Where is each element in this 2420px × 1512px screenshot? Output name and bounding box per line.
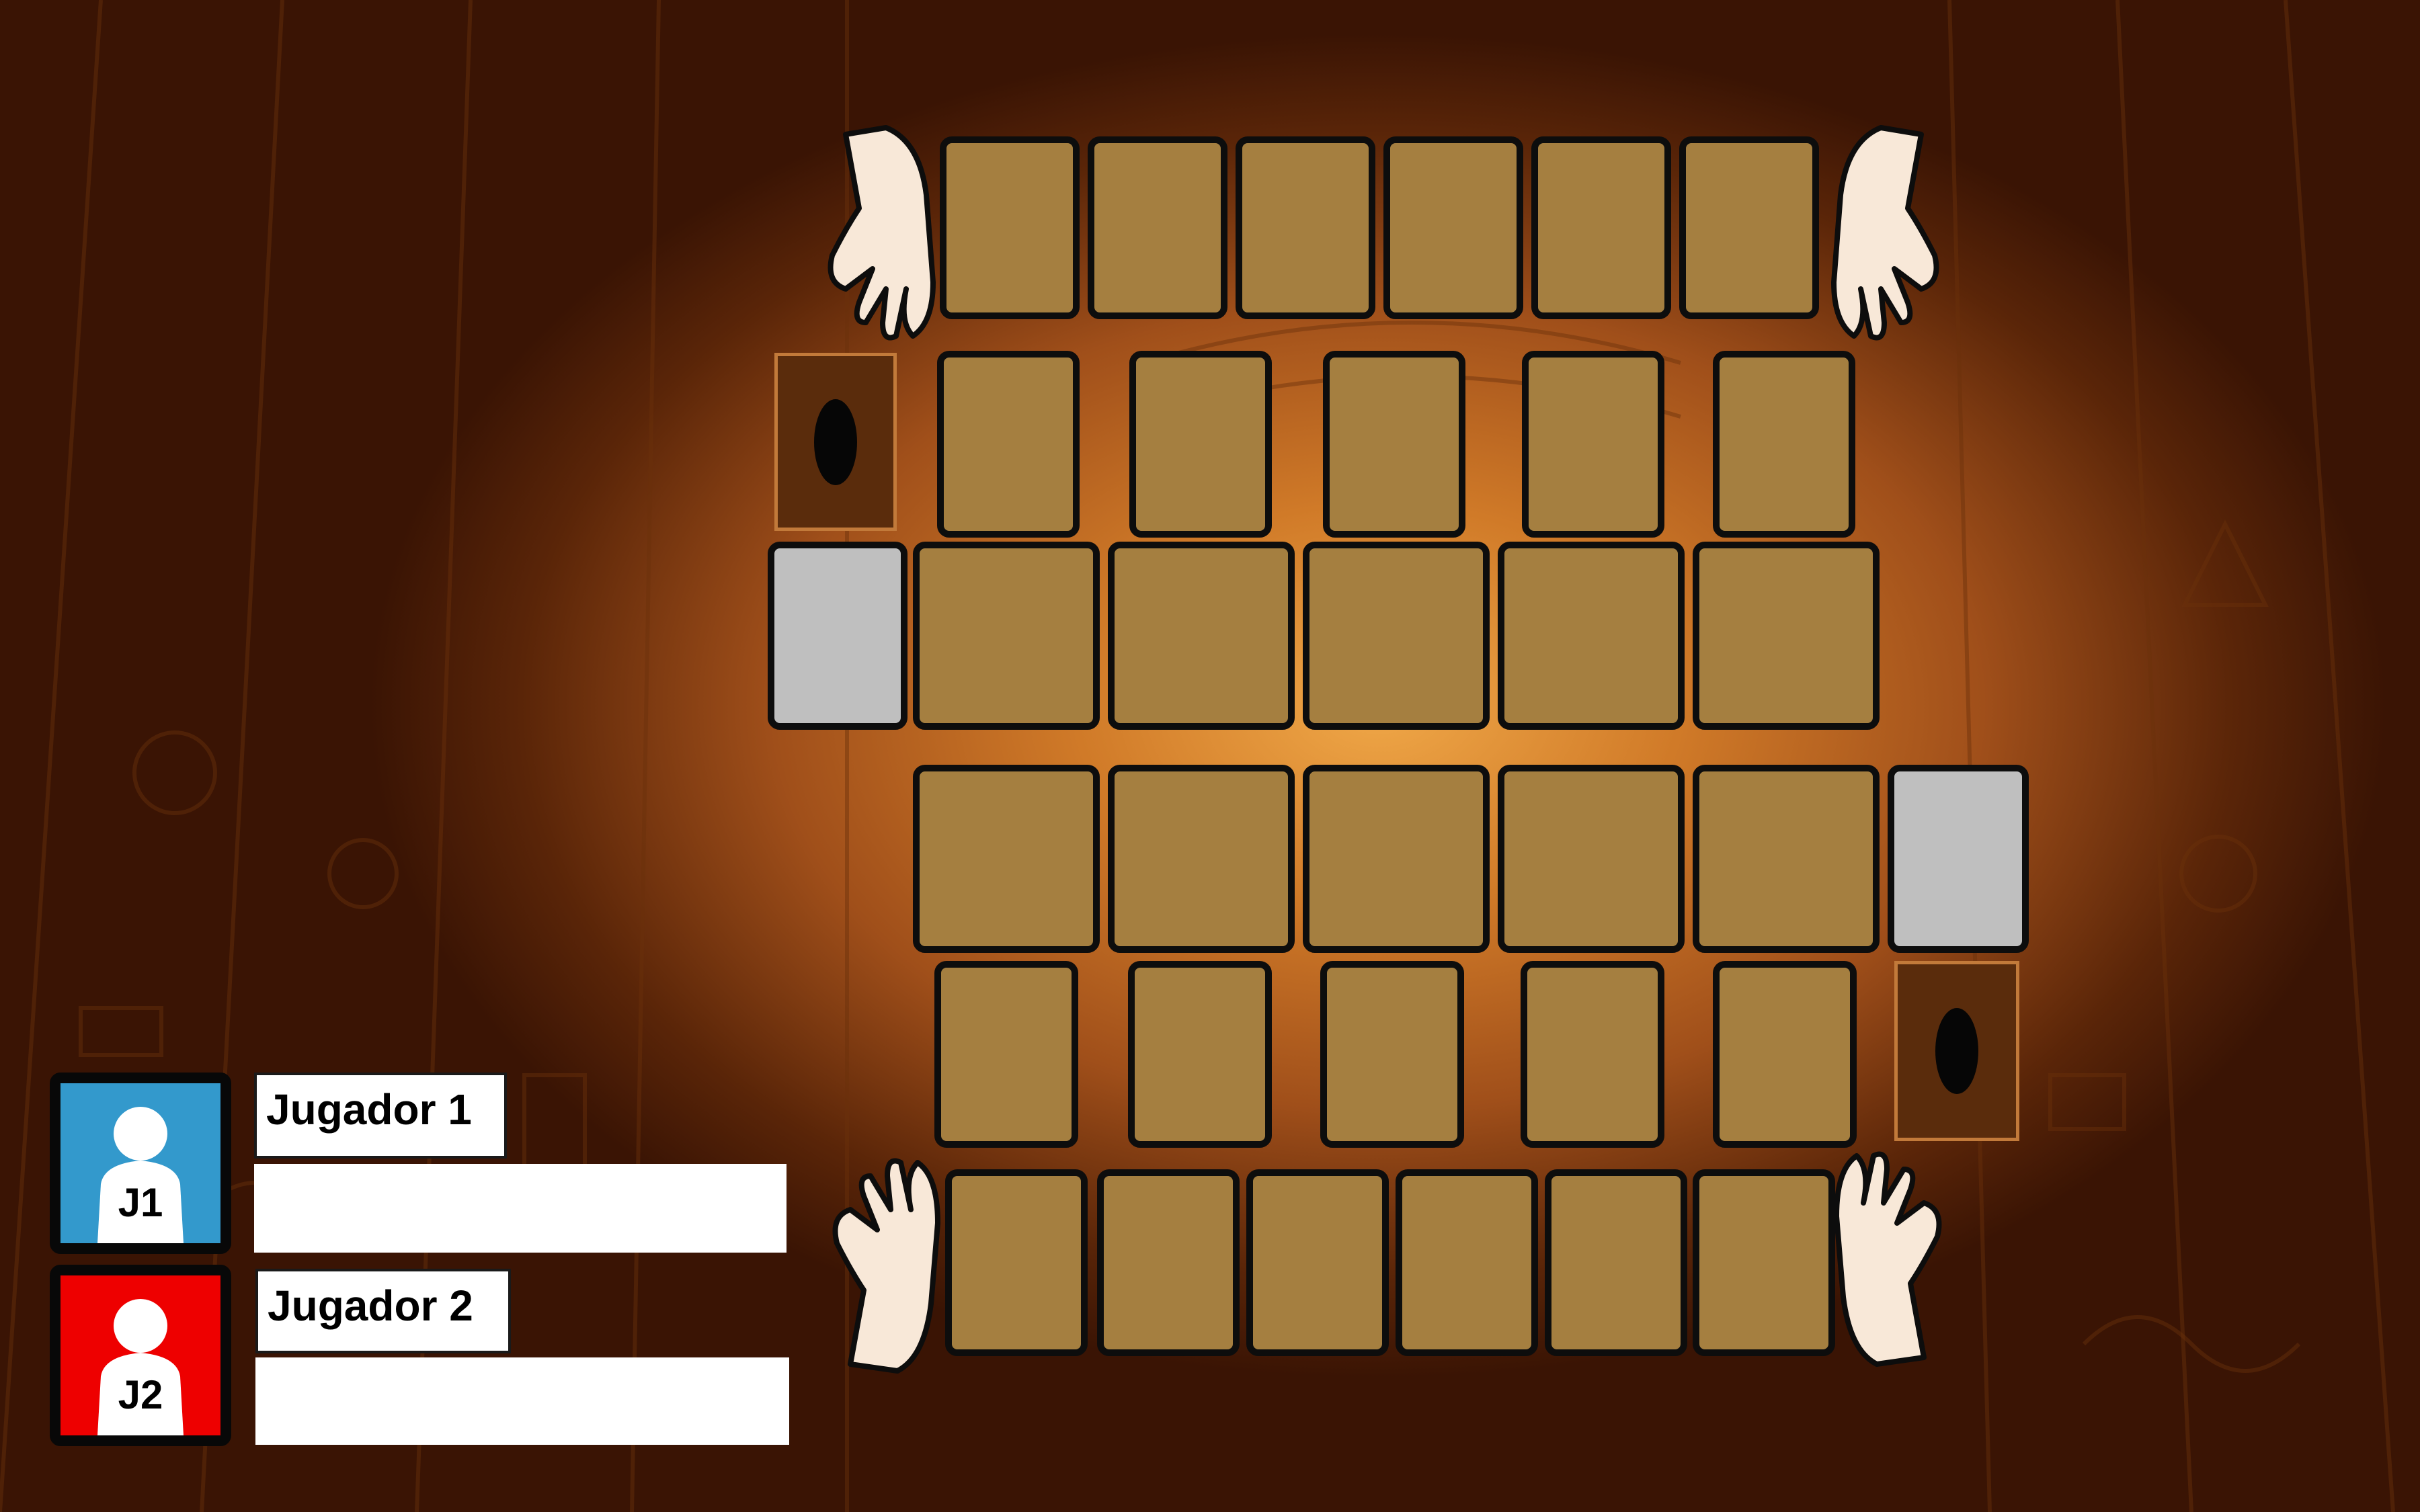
card-slot[interactable] — [1303, 765, 1490, 953]
hand-icon — [832, 1158, 940, 1374]
card-slot[interactable] — [1088, 136, 1227, 319]
deck-hole — [1935, 1008, 1978, 1094]
deck-pile[interactable] — [1894, 961, 2019, 1141]
card-slot[interactable] — [1713, 961, 1857, 1148]
card-slot[interactable] — [1323, 351, 1465, 538]
card-slot[interactable] — [913, 765, 1100, 953]
player-1-score-box — [254, 1164, 787, 1253]
card-slot[interactable] — [1246, 1169, 1389, 1356]
card-slot[interactable] — [945, 1169, 1088, 1356]
card-slot[interactable] — [1097, 1169, 1240, 1356]
card-slot[interactable] — [1693, 542, 1880, 730]
deck-pile[interactable] — [774, 353, 897, 531]
card-slot[interactable] — [1679, 136, 1819, 319]
card-slot[interactable] — [1108, 542, 1295, 730]
card-slot[interactable] — [934, 961, 1078, 1148]
card-slot[interactable] — [937, 351, 1080, 538]
player-2-avatar: J2 — [50, 1265, 231, 1446]
player-2-tag: J2 — [118, 1372, 163, 1417]
player-2-score-box — [255, 1357, 789, 1445]
empty-zone[interactable] — [1888, 765, 2029, 953]
card-slot[interactable] — [1303, 542, 1490, 730]
hand-icon — [828, 125, 936, 341]
card-slot[interactable] — [1545, 1169, 1687, 1356]
card-slot[interactable] — [1128, 961, 1272, 1148]
player-1-name: Jugador 1 — [254, 1073, 507, 1159]
player-2-name: Jugador 2 — [255, 1269, 511, 1353]
card-slot[interactable] — [1531, 136, 1671, 319]
card-slot[interactable] — [1693, 765, 1880, 953]
player-1-avatar: J1 — [50, 1073, 231, 1254]
card-slot[interactable] — [1693, 1169, 1835, 1356]
empty-zone[interactable] — [768, 542, 908, 730]
deck-hole — [814, 398, 857, 485]
card-slot[interactable] — [1521, 961, 1664, 1148]
card-slot[interactable] — [1108, 765, 1295, 953]
player-1-tag: J1 — [118, 1180, 163, 1225]
hand-icon — [1834, 1151, 1942, 1367]
card-slot[interactable] — [1383, 136, 1523, 319]
card-slot[interactable] — [1713, 351, 1855, 538]
hand-icon — [1831, 125, 1939, 341]
card-slot[interactable] — [913, 542, 1100, 730]
card-slot[interactable] — [1498, 765, 1685, 953]
card-slot[interactable] — [1129, 351, 1272, 538]
card-slot[interactable] — [1320, 961, 1464, 1148]
card-slot[interactable] — [1236, 136, 1375, 319]
card-slot[interactable] — [1522, 351, 1664, 538]
card-slot[interactable] — [1498, 542, 1685, 730]
card-slot[interactable] — [940, 136, 1080, 319]
card-slot[interactable] — [1396, 1169, 1538, 1356]
